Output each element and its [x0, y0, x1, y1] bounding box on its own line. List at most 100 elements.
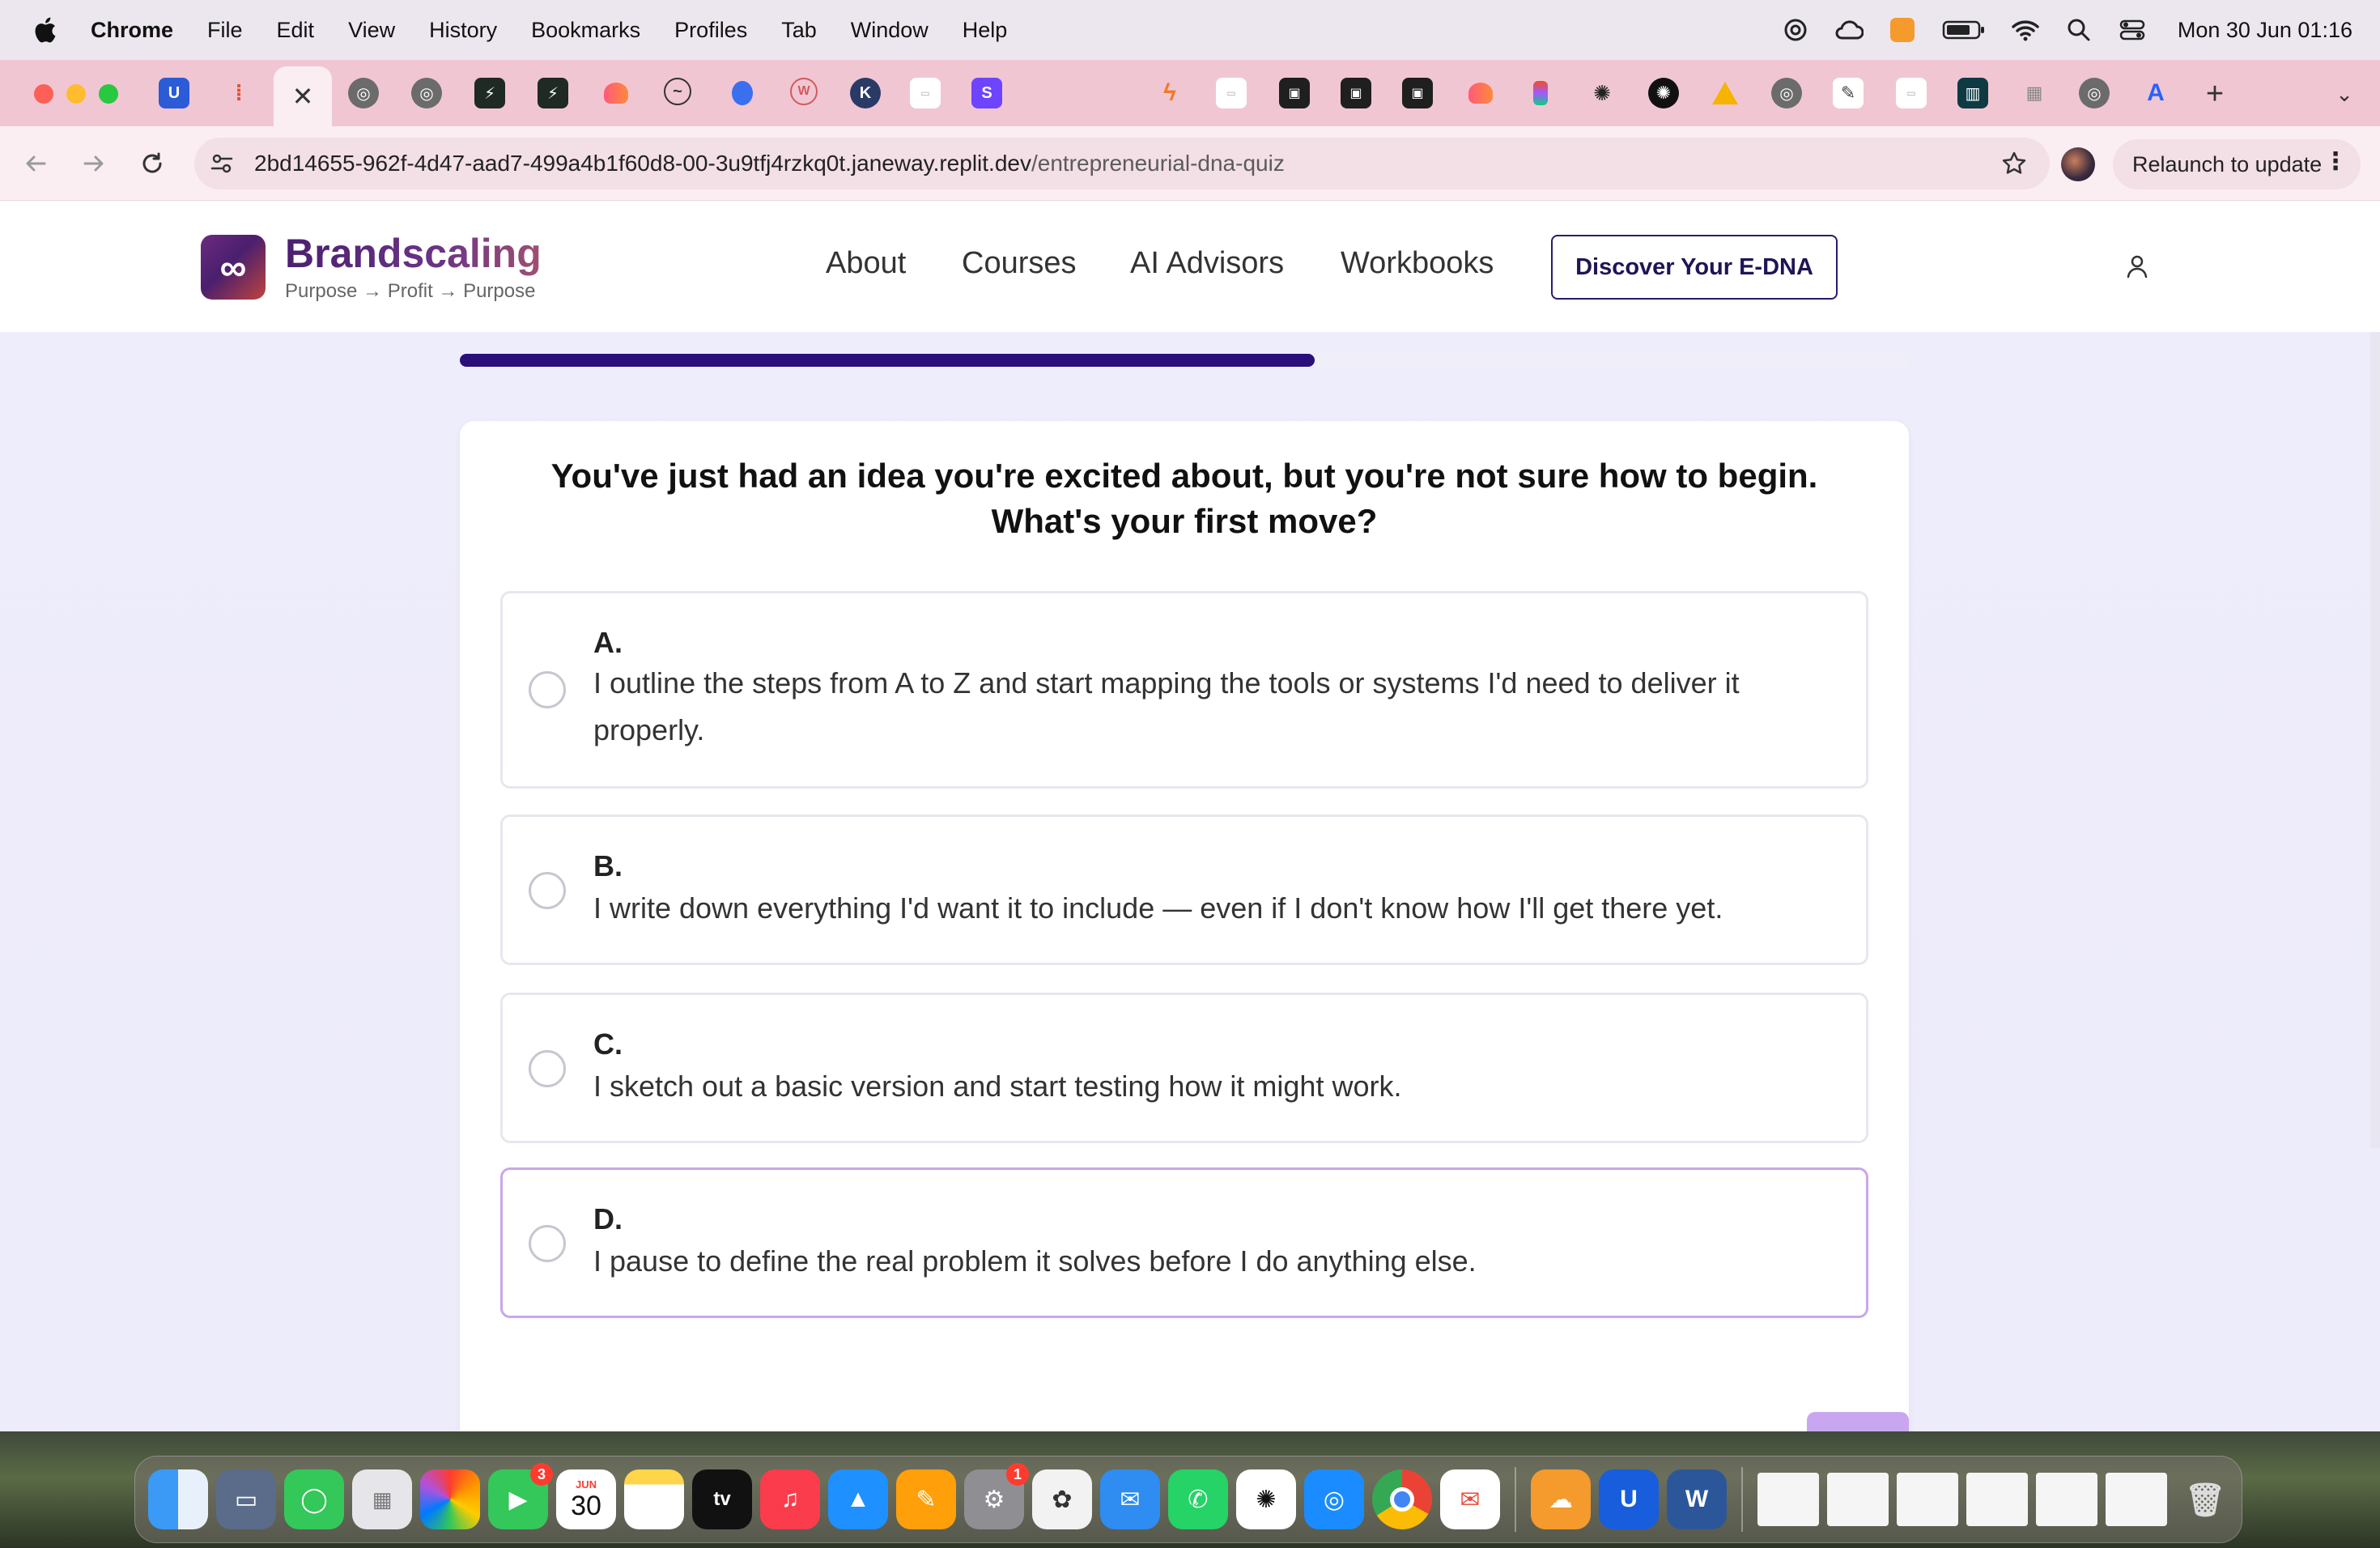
brand-name[interactable]: Brandscaling [285, 230, 542, 277]
tab-table-icon[interactable]: ▦ [2019, 78, 2050, 108]
tab-globe-icon[interactable]: ◎ [2079, 78, 2110, 108]
nav-about[interactable]: About [826, 246, 906, 281]
tab-drive-icon[interactable] [1710, 78, 1740, 108]
photos-icon[interactable] [420, 1469, 480, 1529]
tab-chatgpt-icon[interactable]: ✺ [1587, 78, 1617, 108]
tab-pulse-icon[interactable]: ~ [664, 78, 691, 105]
window-minimize-button[interactable] [66, 84, 86, 104]
site-settings-icon[interactable] [206, 147, 238, 180]
tab-chart-app-icon[interactable]: ▥ [1957, 78, 1988, 108]
new-tab-button[interactable]: + [2199, 77, 2231, 111]
option-d-radio[interactable] [529, 1225, 566, 1262]
calendar-icon[interactable]: JUN 30 [556, 1469, 616, 1529]
tab-loveable-icon[interactable] [1465, 78, 1496, 108]
tab-bitwarden-icon[interactable]: U [159, 78, 189, 108]
tab-globe-icon[interactable]: ◎ [348, 78, 379, 108]
tab-w-icon[interactable]: W [790, 78, 818, 105]
next-button[interactable] [1807, 1412, 1909, 1431]
menu-edit[interactable]: Edit [277, 18, 315, 43]
orange-app-status-icon[interactable] [1888, 15, 1917, 45]
tab-doc-icon[interactable]: ▭ [910, 78, 941, 108]
menu-view[interactable]: View [348, 18, 395, 43]
window-thumbnail[interactable] [2036, 1473, 2097, 1526]
profile-avatar[interactable] [2061, 147, 2095, 181]
forward-arrow-icon[interactable] [76, 146, 112, 181]
messages-icon[interactable]: ◯ [284, 1469, 344, 1529]
menu-file[interactable]: File [207, 18, 243, 43]
mail-icon[interactable]: ✉ [1100, 1469, 1160, 1529]
whatsapp-icon[interactable]: ✆ [1168, 1469, 1228, 1529]
notes-icon[interactable] [624, 1469, 684, 1529]
option-c-radio[interactable] [529, 1050, 566, 1087]
spotlight-search-icon[interactable] [2064, 15, 2093, 45]
window-thumbnail[interactable] [1827, 1473, 1889, 1526]
option-a[interactable]: A. I outline the steps from A to Z and s… [500, 591, 1868, 789]
trash-icon[interactable]: 🗑 [2175, 1469, 2235, 1529]
chrome-icon[interactable] [1372, 1469, 1432, 1529]
window-thumbnail[interactable] [1897, 1473, 1958, 1526]
cloud-status-icon[interactable] [1834, 15, 1864, 45]
tab-azure-icon[interactable]: A [2140, 78, 2171, 108]
option-b[interactable]: B. I write down everything I'd want it t… [500, 814, 1868, 965]
wifi-icon[interactable] [2011, 15, 2040, 45]
tab-search-dropdown-icon[interactable]: ⌄ [2328, 78, 2361, 110]
tab-globe-icon[interactable]: ◎ [1771, 78, 1802, 108]
tab-media-icon[interactable]: ▣ [1279, 78, 1310, 108]
tab-notes-icon[interactable]: ✎ [1833, 78, 1864, 108]
tab-k-icon[interactable]: K [850, 78, 881, 108]
tab-blue-app-icon[interactable] [727, 78, 758, 108]
control-center-icon[interactable] [2118, 15, 2147, 45]
bookmark-star-icon[interactable] [1998, 147, 2030, 180]
tab-media-icon[interactable]: ▣ [1402, 78, 1433, 108]
tab-orange-grid-icon[interactable]: ⁞ [223, 78, 254, 108]
menu-tab[interactable]: Tab [781, 18, 817, 43]
apple-menu-icon[interactable] [32, 15, 58, 45]
tab-globe-icon[interactable]: ◎ [411, 78, 442, 108]
menu-app-name[interactable]: Chrome [91, 18, 173, 43]
reload-icon[interactable] [134, 146, 170, 181]
chrome-menu-icon[interactable]: ⋮ [2323, 147, 2348, 176]
tab-figma-icon[interactable] [1525, 78, 1556, 108]
chatgpt-icon[interactable]: ✺ [1236, 1469, 1296, 1529]
tab-s-icon[interactable]: S [971, 78, 1002, 108]
launchpad-icon[interactable]: ▦ [352, 1469, 412, 1529]
option-b-radio[interactable] [529, 872, 566, 909]
tab-active[interactable]: ✕ [274, 66, 332, 126]
back-arrow-icon[interactable] [18, 146, 53, 181]
page-scrollbar[interactable] [2370, 332, 2380, 1148]
scrobbles-icon[interactable]: ✿ [1032, 1469, 1092, 1529]
chatgpt-status-icon[interactable] [1781, 15, 1810, 45]
tab-doc-icon[interactable]: ▭ [1896, 78, 1927, 108]
pages-icon[interactable]: ✎ [896, 1469, 956, 1529]
menu-help[interactable]: Help [963, 18, 1008, 43]
tab-dark-app-icon[interactable]: ⚡ [474, 78, 505, 108]
system-settings-icon[interactable]: ⚙ 1 [964, 1463, 1029, 1529]
tab-media-icon[interactable]: ▣ [1341, 78, 1371, 108]
option-d[interactable]: D. I pause to define the real problem it… [500, 1167, 1868, 1318]
discover-edna-button[interactable]: Discover Your E-DNA [1551, 235, 1838, 300]
option-c[interactable]: C. I sketch out a basic version and star… [500, 993, 1868, 1143]
facetime-icon[interactable]: ▶ 3 [488, 1463, 553, 1529]
finder-icon[interactable] [148, 1469, 208, 1529]
music-icon[interactable]: ♫ [760, 1469, 820, 1529]
brand-logo[interactable]: ∞ [201, 235, 266, 300]
menu-history[interactable]: History [429, 18, 497, 43]
preview-icon[interactable]: ▭ [216, 1469, 276, 1529]
window-thumbnail[interactable] [1757, 1473, 1819, 1526]
nav-workbooks[interactable]: Workbooks [1341, 246, 1494, 281]
safari-icon[interactable]: ◎ [1304, 1469, 1364, 1529]
word-icon[interactable]: W [1667, 1469, 1727, 1529]
tab-doc-icon[interactable]: ▭ [1216, 78, 1247, 108]
user-account-icon[interactable] [2121, 251, 2153, 283]
mail-app-icon[interactable]: ✉ [1440, 1469, 1500, 1529]
bitwarden-icon[interactable]: U [1599, 1469, 1659, 1529]
tab-bolt-icon[interactable]: ϟ [1154, 78, 1185, 108]
window-thumbnail[interactable] [2106, 1473, 2167, 1526]
window-close-button[interactable] [34, 84, 53, 104]
keynote-icon[interactable]: ▲ [828, 1469, 888, 1529]
option-a-radio[interactable] [529, 671, 566, 708]
orange-app-icon[interactable]: ☁ [1531, 1469, 1591, 1529]
menubar-clock[interactable]: Mon 30 Jun 01:16 [2178, 18, 2352, 43]
tab-dark-app-icon[interactable]: ⚡ [538, 78, 568, 108]
window-thumbnail[interactable] [1966, 1473, 2028, 1526]
